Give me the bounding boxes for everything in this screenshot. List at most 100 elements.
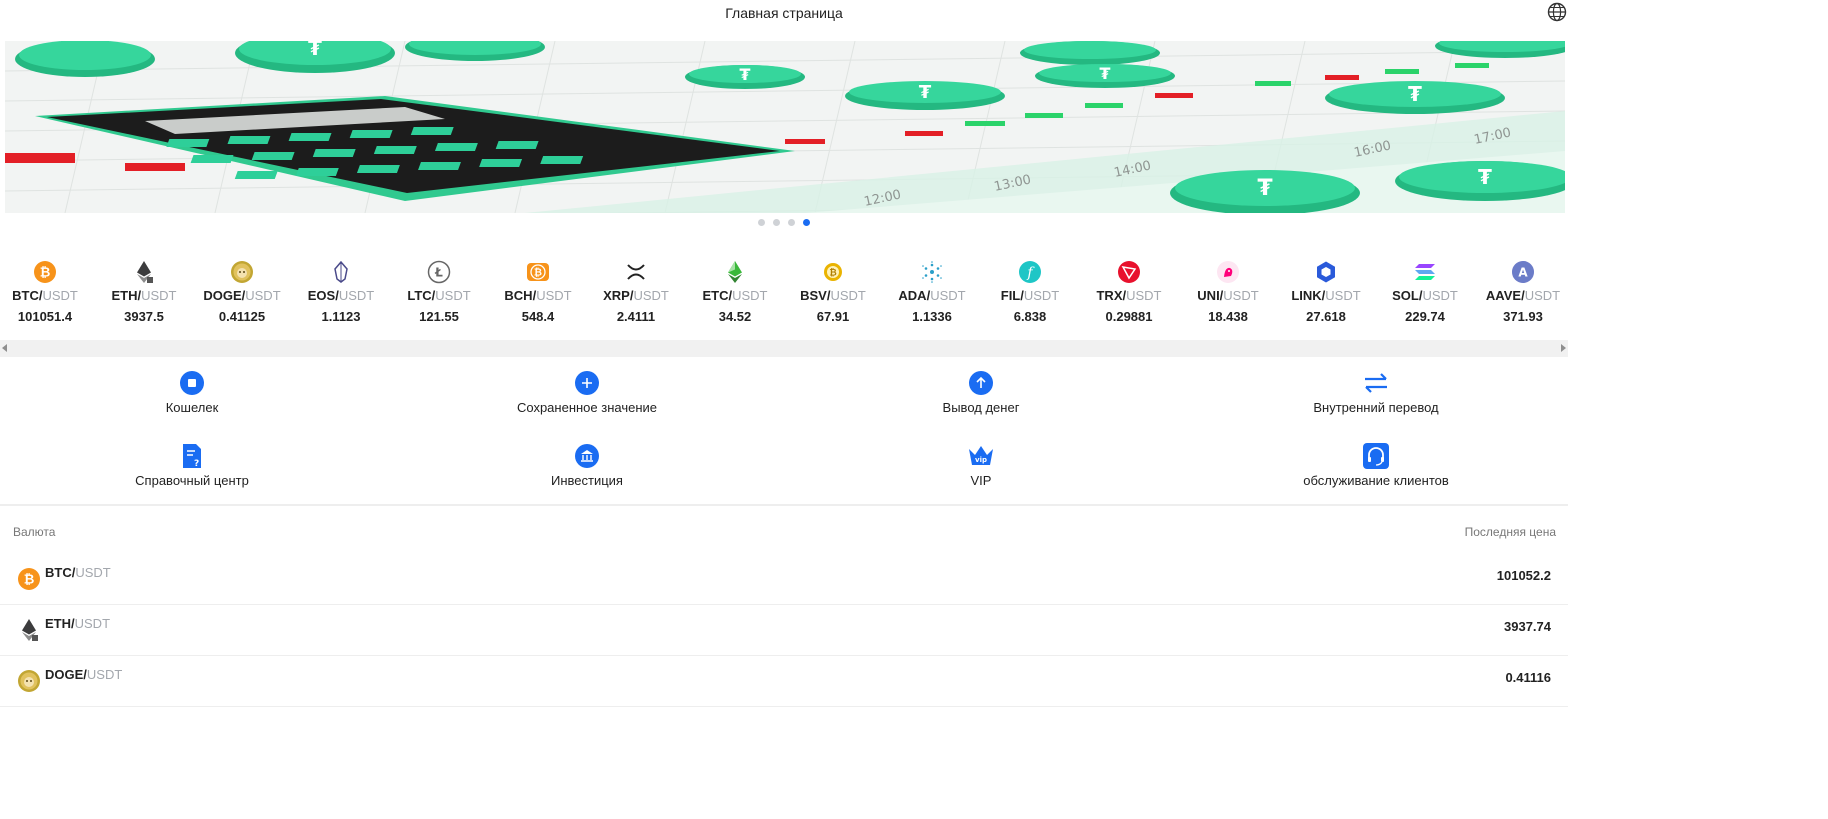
- svg-text:?: ?: [194, 459, 199, 469]
- quote-symbol: USDT: [536, 288, 572, 303]
- base-symbol: DOGE/: [45, 667, 87, 682]
- column-last-price: Последняя цена: [1464, 525, 1556, 539]
- ticker-scrollbar[interactable]: [0, 340, 1568, 357]
- carousel-dot[interactable]: [773, 219, 780, 226]
- svg-text:vip: vip: [975, 456, 987, 464]
- eth-icon: [17, 618, 41, 642]
- ticker-item-bch[interactable]: BCH/USDT 548.4: [489, 256, 587, 324]
- help-center-button[interactable]: ? Справочный центр: [0, 443, 388, 488]
- ticker-pair: ADA/USDT: [883, 288, 981, 303]
- ticker-item-doge[interactable]: DOGE/USDT 0.41125: [193, 256, 291, 324]
- ticker-price: 0.41125: [218, 309, 266, 324]
- page-title: Главная страница: [725, 5, 843, 21]
- btc-icon: [33, 260, 57, 284]
- scroll-right-arrow-icon[interactable]: [1561, 344, 1566, 352]
- scroll-left-arrow-icon[interactable]: [2, 344, 7, 352]
- quote-symbol: USDT: [633, 288, 669, 303]
- fil-icon: [1018, 260, 1042, 284]
- quote-symbol: USDT: [1223, 288, 1259, 303]
- ticker-price: 18.438: [1208, 309, 1248, 324]
- ticker-item-btc[interactable]: BTC/USDT 101051.4: [0, 256, 94, 324]
- action-label: обслуживание клиентов: [1303, 473, 1449, 488]
- carousel-dot[interactable]: [788, 219, 795, 226]
- ticker-item-eos[interactable]: EOS/USDT 1.1123: [292, 256, 390, 324]
- btc-icon: [17, 567, 41, 591]
- row-pair: DOGE/USDT: [45, 667, 122, 682]
- help-document-icon: ?: [183, 444, 201, 469]
- ticker-pair: LTC/USDT: [390, 288, 488, 303]
- ticker-item-xrp[interactable]: XRP/USDT 2.4111: [587, 256, 685, 324]
- ticker-item-ltc[interactable]: LTC/USDT 121.55: [390, 256, 488, 324]
- top-bar: Главная страница: [0, 0, 1568, 26]
- eos-icon: [329, 260, 353, 284]
- ticker-item-etc[interactable]: ETC/USDT 34.52: [686, 256, 784, 324]
- ticker-price: 34.52: [718, 309, 752, 324]
- transfer-arrows-icon: [1365, 373, 1387, 393]
- investment-button[interactable]: Инвестиция: [391, 443, 783, 488]
- xrp-icon: [624, 260, 648, 284]
- market-row-eth[interactable]: ETH/USDT 3937.74: [0, 605, 1568, 656]
- quote-symbol: USDT: [1422, 288, 1458, 303]
- action-label: Кошелек: [165, 400, 219, 415]
- action-label: Сохраненное значение: [516, 400, 658, 415]
- ticker-price: 27.618: [1306, 309, 1346, 324]
- quote-symbol: USDT: [338, 288, 375, 303]
- base-symbol: DOGE/: [203, 288, 246, 303]
- ticker-price: 1.1123: [321, 309, 361, 324]
- row-last-price: 0.41116: [1505, 670, 1551, 685]
- ticker-pair: XRP/USDT: [587, 288, 685, 303]
- svg-text:₮: ₮: [1099, 64, 1110, 83]
- trx-icon: [1117, 260, 1141, 284]
- market-list: Валюта Последняя цена BTC/USDT 101052.2 …: [0, 506, 1568, 707]
- withdraw-button[interactable]: Вывод денег: [785, 370, 1177, 415]
- carousel-dot[interactable]: [758, 219, 765, 226]
- quote-symbol: USDT: [141, 288, 177, 303]
- svg-text:₮: ₮: [308, 41, 322, 60]
- ticker-item-uni[interactable]: UNI/USDT 18.438: [1179, 256, 1277, 324]
- wallet-icon: [180, 371, 204, 395]
- customer-service-button[interactable]: обслуживание клиентов: [1180, 443, 1572, 488]
- ticker-pair: EOS/USDT: [292, 288, 390, 303]
- ticker-price: 3937.5: [124, 309, 164, 324]
- ticker-item-aave[interactable]: AAVE/USDT 371.93: [1474, 256, 1572, 324]
- carousel-dot-active[interactable]: [803, 219, 810, 226]
- quick-actions: Кошелек Сохраненное значение Вывод денег…: [0, 370, 1568, 500]
- ticker-item-ada[interactable]: ADA/USDT 1.1336: [883, 256, 981, 324]
- globe-icon[interactable]: [1546, 1, 1568, 23]
- ticker-item-eth[interactable]: ETH/USDT 3937.5: [95, 256, 193, 324]
- ticker-price: 67.91: [816, 309, 850, 324]
- svg-text:₮: ₮: [1408, 82, 1422, 106]
- ticker-price: 121.55: [419, 309, 459, 324]
- link-icon: [1314, 260, 1338, 284]
- quote-symbol: USDT: [1325, 288, 1361, 303]
- ticker-item-link[interactable]: LINK/USDT 27.618: [1277, 256, 1375, 324]
- market-row-btc[interactable]: BTC/USDT 101052.2: [0, 554, 1568, 605]
- ticker-item-trx[interactable]: TRX/USDT 0.29881: [1080, 256, 1178, 324]
- ticker-price: 548.4: [521, 309, 555, 324]
- svg-text:₮: ₮: [1257, 176, 1273, 201]
- base-symbol: AAVE/: [1485, 288, 1525, 303]
- ada-icon: [920, 260, 944, 284]
- deposit-button[interactable]: Сохраненное значение: [391, 370, 783, 415]
- ticker-item-sol[interactable]: SOL/USDT 229.74: [1376, 256, 1474, 324]
- ticker-price: 371.93: [1503, 309, 1543, 324]
- eth-icon: [132, 260, 156, 284]
- ticker-pair: AAVE/USDT: [1474, 288, 1572, 303]
- vip-crown-icon: vip: [969, 446, 993, 465]
- vip-button[interactable]: vip VIP: [785, 443, 1177, 488]
- ticker-pair: LINK/USDT: [1277, 288, 1375, 303]
- banner-illustration: ₮₮ ₮₮ ₮₮ ₮ 12:00 13:00 14:00 16:00 17:00: [5, 41, 1565, 213]
- uni-icon: [1216, 260, 1240, 284]
- market-row-doge[interactable]: DOGE/USDT 0.41116: [0, 656, 1568, 707]
- internal-transfer-button[interactable]: Внутренний перевод: [1180, 370, 1572, 415]
- row-pair: BTC/USDT: [45, 565, 111, 580]
- ticker-item-fil[interactable]: FIL/USDT 6.838: [981, 256, 1079, 324]
- plus-icon: [575, 371, 599, 395]
- svg-text:₮: ₮: [1478, 165, 1492, 189]
- ticker-item-bsv[interactable]: BSV/USDT 67.91: [784, 256, 882, 324]
- quote-symbol: USDT: [830, 288, 866, 303]
- promo-banner[interactable]: ₮ ₮ ₮ ₮ ₮ ₮ ₮ 12:00 13:00 14:00 16:00 17:00: [5, 41, 1565, 213]
- quote-symbol: USDT: [75, 565, 111, 580]
- wallet-button[interactable]: Кошелек: [0, 370, 388, 415]
- base-symbol: LTC/: [407, 288, 436, 303]
